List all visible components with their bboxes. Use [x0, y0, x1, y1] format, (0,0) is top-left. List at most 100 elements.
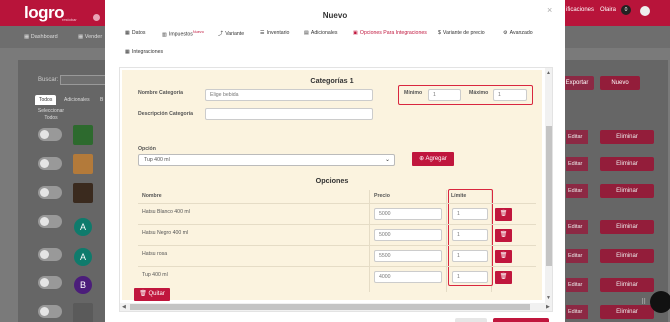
horizontal-scroll-thumb[interactable]	[130, 304, 530, 310]
scroll-right-icon[interactable]: ▶	[546, 304, 550, 310]
trash-icon: 🗑	[499, 274, 508, 280]
nav-vender[interactable]: ▦ Vender	[78, 34, 102, 40]
limit-input[interactable]	[452, 208, 488, 220]
search-input[interactable]	[60, 75, 106, 85]
delete-button[interactable]: Eliminar	[600, 157, 654, 171]
row-toggle[interactable]	[38, 186, 62, 199]
category-title: Categorías 1	[310, 76, 354, 85]
tab-label: Datos	[131, 30, 146, 36]
edit-button[interactable]: Editar	[566, 220, 588, 234]
min-label: Mínimo	[404, 90, 423, 96]
doc-icon: ▤	[304, 30, 309, 36]
tab-datos[interactable]: ▦ Datos	[125, 30, 145, 36]
drag-handle-icon[interactable]: ⠿	[641, 298, 646, 306]
delete-option-button[interactable]: 🗑	[495, 271, 512, 284]
scroll-down-icon[interactable]: ▼	[546, 295, 551, 301]
row-toggle[interactable]	[38, 128, 62, 141]
tab-variante-precio[interactable]: $ Variante de precio	[438, 30, 485, 36]
edit-button[interactable]: Editar	[566, 305, 588, 319]
notifications-link[interactable]: ificaciones	[566, 7, 594, 13]
box-icon: ▣	[353, 30, 358, 36]
tab-label: Opciones Para Integraciones	[359, 30, 427, 36]
scroll-up-icon[interactable]: ▲	[546, 70, 551, 76]
column-header-price: Precio	[374, 193, 390, 199]
category-name-input[interactable]	[205, 89, 373, 101]
edit-button[interactable]: Editar	[566, 249, 588, 263]
option-name: Tup 400 ml	[142, 272, 168, 278]
table-row: Hatsu Blanco 400 ml 🗑	[138, 203, 536, 224]
product-image	[73, 303, 93, 322]
tab-avanzado[interactable]: ⚙ Avanzado	[503, 30, 533, 36]
tab-integraciones[interactable]: ▦ Integraciones	[125, 49, 163, 55]
gear-icon: ⚙	[503, 30, 508, 36]
trash-icon: 🗑	[499, 211, 508, 217]
search-label: Buscar:	[38, 77, 59, 83]
edit-button[interactable]: Editar	[566, 184, 588, 198]
product-image	[73, 154, 93, 174]
delete-button[interactable]: Eliminar	[600, 305, 654, 319]
price-input[interactable]	[374, 208, 442, 220]
user-name[interactable]: Olaira	[600, 7, 616, 13]
row-toggle[interactable]	[38, 276, 62, 289]
option-select[interactable]: Tup 400 ml ⌄	[138, 154, 395, 166]
select-all-label[interactable]: Seleccionar Todos	[32, 108, 70, 122]
cancel-button[interactable]	[455, 318, 487, 322]
remove-category-button[interactable]: 🗑 Quitar	[134, 288, 170, 301]
tab-label: Variante de precio	[442, 30, 485, 36]
delete-button[interactable]: Eliminar	[600, 278, 654, 292]
user-menu-icon[interactable]	[640, 6, 650, 16]
category-description-input[interactable]	[205, 108, 373, 120]
delete-button[interactable]: Eliminar	[600, 130, 654, 144]
modal-dialog: Nuevo × ▦ Datos ▥ ImpuestosNuevo ⤴ Variante…	[105, 0, 565, 322]
save-button[interactable]	[493, 318, 549, 322]
tab-label: Inventario	[266, 30, 290, 36]
price-input[interactable]	[374, 271, 442, 283]
scroll-left-icon[interactable]: ◀	[122, 304, 126, 310]
row-toggle[interactable]	[38, 248, 62, 261]
delete-button[interactable]: Eliminar	[600, 249, 654, 263]
nav-vender-label: Vender	[84, 34, 103, 40]
trash-icon: 🗑	[499, 232, 508, 238]
min-input[interactable]	[428, 89, 461, 101]
tab-adicionales[interactable]: Adicionales	[60, 95, 94, 105]
tab-label: Variante	[225, 31, 245, 37]
delete-option-button[interactable]: 🗑	[495, 250, 512, 263]
add-option-button[interactable]: ⊕ Agregar	[412, 152, 454, 166]
row-toggle[interactable]	[38, 305, 62, 318]
delete-button[interactable]: Eliminar	[600, 184, 654, 198]
delete-option-button[interactable]: 🗑	[495, 229, 512, 242]
limit-input[interactable]	[452, 229, 488, 241]
tab-todos[interactable]: Todos	[35, 95, 57, 105]
limit-input[interactable]	[452, 250, 488, 262]
nav-dashboard-label: Dashboard	[30, 34, 58, 40]
tab-impuestos[interactable]: ▥ ImpuestosNuevo	[162, 30, 204, 38]
row-toggle[interactable]	[38, 215, 62, 228]
tab-inventario[interactable]: ☰ Inventario	[260, 30, 289, 36]
nav-dashboard[interactable]: ▦ Dashboard	[24, 34, 58, 40]
chat-icon[interactable]	[650, 291, 670, 313]
tab-variante[interactable]: ⤴ Variante	[218, 30, 244, 37]
row-toggle[interactable]	[38, 157, 62, 170]
delete-option-button[interactable]: 🗑	[495, 208, 512, 221]
edit-button[interactable]: Editar	[566, 157, 588, 171]
export-button[interactable]: Exportar	[560, 76, 594, 90]
limit-input[interactable]	[452, 271, 488, 283]
tab-opciones-integraciones[interactable]: ▣ Opciones Para Integraciones	[353, 30, 427, 36]
edit-button[interactable]: Editar	[566, 278, 588, 292]
delete-button[interactable]: Eliminar	[600, 220, 654, 234]
max-input[interactable]	[493, 89, 527, 101]
vertical-scroll-thumb[interactable]	[546, 126, 552, 266]
product-image	[73, 183, 93, 203]
price-input[interactable]	[374, 250, 442, 262]
product-image	[73, 125, 93, 145]
close-icon[interactable]: ×	[547, 5, 552, 15]
edit-button[interactable]: Editar	[566, 130, 588, 144]
option-name: Hatsu Negro 400 ml	[142, 230, 189, 236]
avatar[interactable]: 0	[621, 5, 631, 15]
price-input[interactable]	[374, 229, 442, 241]
grid-icon: ▦	[125, 30, 130, 36]
tab-adicionales[interactable]: ▤ Adicionales	[304, 30, 337, 36]
heart-icon[interactable]	[93, 14, 100, 21]
new-button[interactable]: Nuevo	[600, 76, 640, 90]
trash-icon: 🗑	[499, 253, 508, 259]
